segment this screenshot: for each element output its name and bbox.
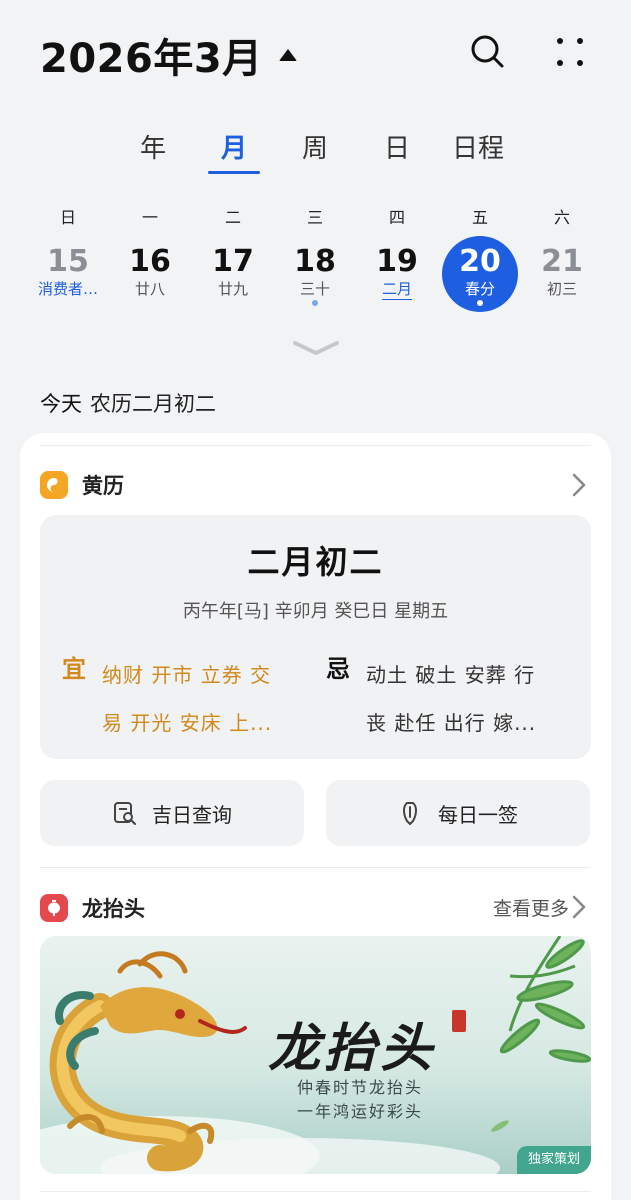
day-lunar: 消费者…: [37, 280, 98, 298]
today-info: 今天 农历二月初二: [40, 388, 216, 418]
ji-items: 动土 破土 安葬 行 丧 赴任 出行 嫁...: [366, 651, 566, 747]
tab-day[interactable]: 日: [357, 128, 437, 165]
search-icon: [471, 35, 504, 68]
chevron-right-icon[interactable]: [572, 473, 586, 497]
view-tabs: 年 月 周 日 日程: [0, 128, 631, 178]
seal-stamp-icon: [452, 1010, 466, 1032]
day-lunar: 三十: [299, 280, 330, 298]
day-number: 18: [294, 244, 336, 279]
weekday-sat: 六: [553, 208, 570, 227]
more-button[interactable]: [548, 30, 592, 74]
search-button[interactable]: [466, 30, 510, 74]
ji-line-1: 动土 破土 安葬 行: [366, 663, 536, 687]
day-lunar: 春分: [464, 280, 495, 298]
daily-draw-label: 每日一签: [438, 802, 518, 827]
festival-banner[interactable]: 龙抬头 仲春时节龙抬头 一年鸿运好彩头 独家策划: [40, 936, 591, 1174]
day-lunar: 初三: [546, 280, 577, 298]
day-lunar: 廿八: [134, 280, 165, 298]
tab-schedule[interactable]: 日程: [438, 128, 518, 165]
yi-label: 宜: [62, 655, 86, 683]
almanac-title: 黄历: [82, 474, 124, 498]
calendar-search-icon: [114, 802, 136, 825]
ji-line-2: 丧 赴任 出行 嫁...: [366, 711, 537, 735]
fortune-stick-icon: [403, 802, 417, 825]
divider: [40, 867, 591, 868]
lantern-icon: [40, 894, 68, 922]
yi-line-2: 易 开光 安床 上...: [102, 711, 273, 735]
lunar-date: 二月初二: [247, 543, 384, 581]
today-label: 今天: [40, 392, 82, 416]
weekday-mon: 一: [141, 208, 158, 227]
banner-slogan-1: 仲春时节龙抬头: [296, 1078, 423, 1097]
month-title-selector[interactable]: 2026年3月: [40, 26, 297, 84]
day-cell-17[interactable]: 17 廿九: [195, 236, 271, 312]
event-dot: [477, 300, 483, 306]
header: 2026年3月: [0, 0, 631, 110]
day-cell-15[interactable]: 15 消费者…: [30, 236, 106, 312]
day-lunar: 廿九: [217, 280, 248, 298]
day-number: 16: [129, 244, 171, 279]
weekday-tue: 二: [224, 208, 241, 227]
day-cell-18[interactable]: 18 三十: [277, 236, 353, 312]
tab-week[interactable]: 周: [275, 128, 355, 165]
almanac-icon: [40, 471, 68, 499]
yi-items: 纳财 开市 立券 交 易 开光 安床 上...: [102, 651, 302, 747]
day-number: 19: [376, 244, 418, 279]
divider: [40, 1191, 591, 1192]
day-lunar: 二月: [381, 280, 412, 298]
active-tab-indicator: [208, 171, 260, 174]
tab-month[interactable]: 月: [194, 128, 274, 165]
day-cell-21[interactable]: 21 初三: [524, 236, 600, 312]
banner-slogan-2: 一年鸿运好彩头: [296, 1102, 423, 1121]
see-more-link[interactable]: 查看更多: [493, 894, 569, 921]
more-dots-icon: [557, 38, 583, 66]
yi-line-1: 纳财 开市 立券 交: [102, 663, 272, 687]
weekday-fri: 五: [471, 208, 488, 227]
almanac-header[interactable]: 黄历: [40, 470, 124, 500]
tab-year[interactable]: 年: [113, 128, 193, 165]
day-cell-16[interactable]: 16 廿八: [112, 236, 188, 312]
day-cell-19[interactable]: 19 二月: [359, 236, 435, 312]
weekday-wed: 三: [306, 208, 323, 227]
lucky-day-query-button[interactable]: 吉日查询: [40, 780, 304, 846]
chevron-right-icon[interactable]: [572, 895, 586, 919]
expand-chevron-icon[interactable]: [293, 340, 339, 356]
month-title: 2026年3月: [40, 36, 263, 82]
ganzhi-line: 丙午年[马] 辛卯月 癸巳日 星期五: [182, 601, 449, 622]
day-number: 21: [541, 244, 583, 279]
weekday-thu: 四: [388, 208, 405, 227]
almanac-detail[interactable]: 二月初二 丙午年[马] 辛卯月 癸巳日 星期五 宜 纳财 开市 立券 交 易 开…: [40, 515, 591, 759]
caret-up-icon: [278, 49, 297, 61]
divider: [40, 445, 591, 446]
day-cell-20-selected[interactable]: 20 春分: [442, 236, 518, 312]
week-row: 15 消费者… 16 廿八 17 廿九 18 三十 19 二月 20 春分 21…: [0, 236, 631, 316]
ji-label: 忌: [326, 655, 350, 683]
festival-title: 龙抬头: [82, 897, 145, 921]
day-number: 20: [459, 244, 501, 279]
event-dot: [312, 300, 318, 306]
daily-draw-button[interactable]: 每日一签: [326, 780, 590, 846]
festival-header[interactable]: 龙抬头: [40, 893, 145, 923]
exclusive-tag: 独家策划: [517, 1146, 591, 1174]
banner-title: 龙抬头: [268, 1018, 437, 1079]
day-number: 15: [47, 244, 89, 279]
today-lunar: 农历二月初二: [90, 392, 216, 416]
day-number: 17: [212, 244, 254, 279]
lucky-day-label: 吉日查询: [152, 802, 232, 827]
info-card: 黄历 二月初二 丙午年[马] 辛卯月 癸巳日 星期五 宜 纳财 开市 立券 交 …: [20, 433, 611, 1200]
weekday-sun: 日: [59, 208, 76, 227]
weekday-header: 日 一 二 三 四 五 六: [0, 204, 631, 228]
